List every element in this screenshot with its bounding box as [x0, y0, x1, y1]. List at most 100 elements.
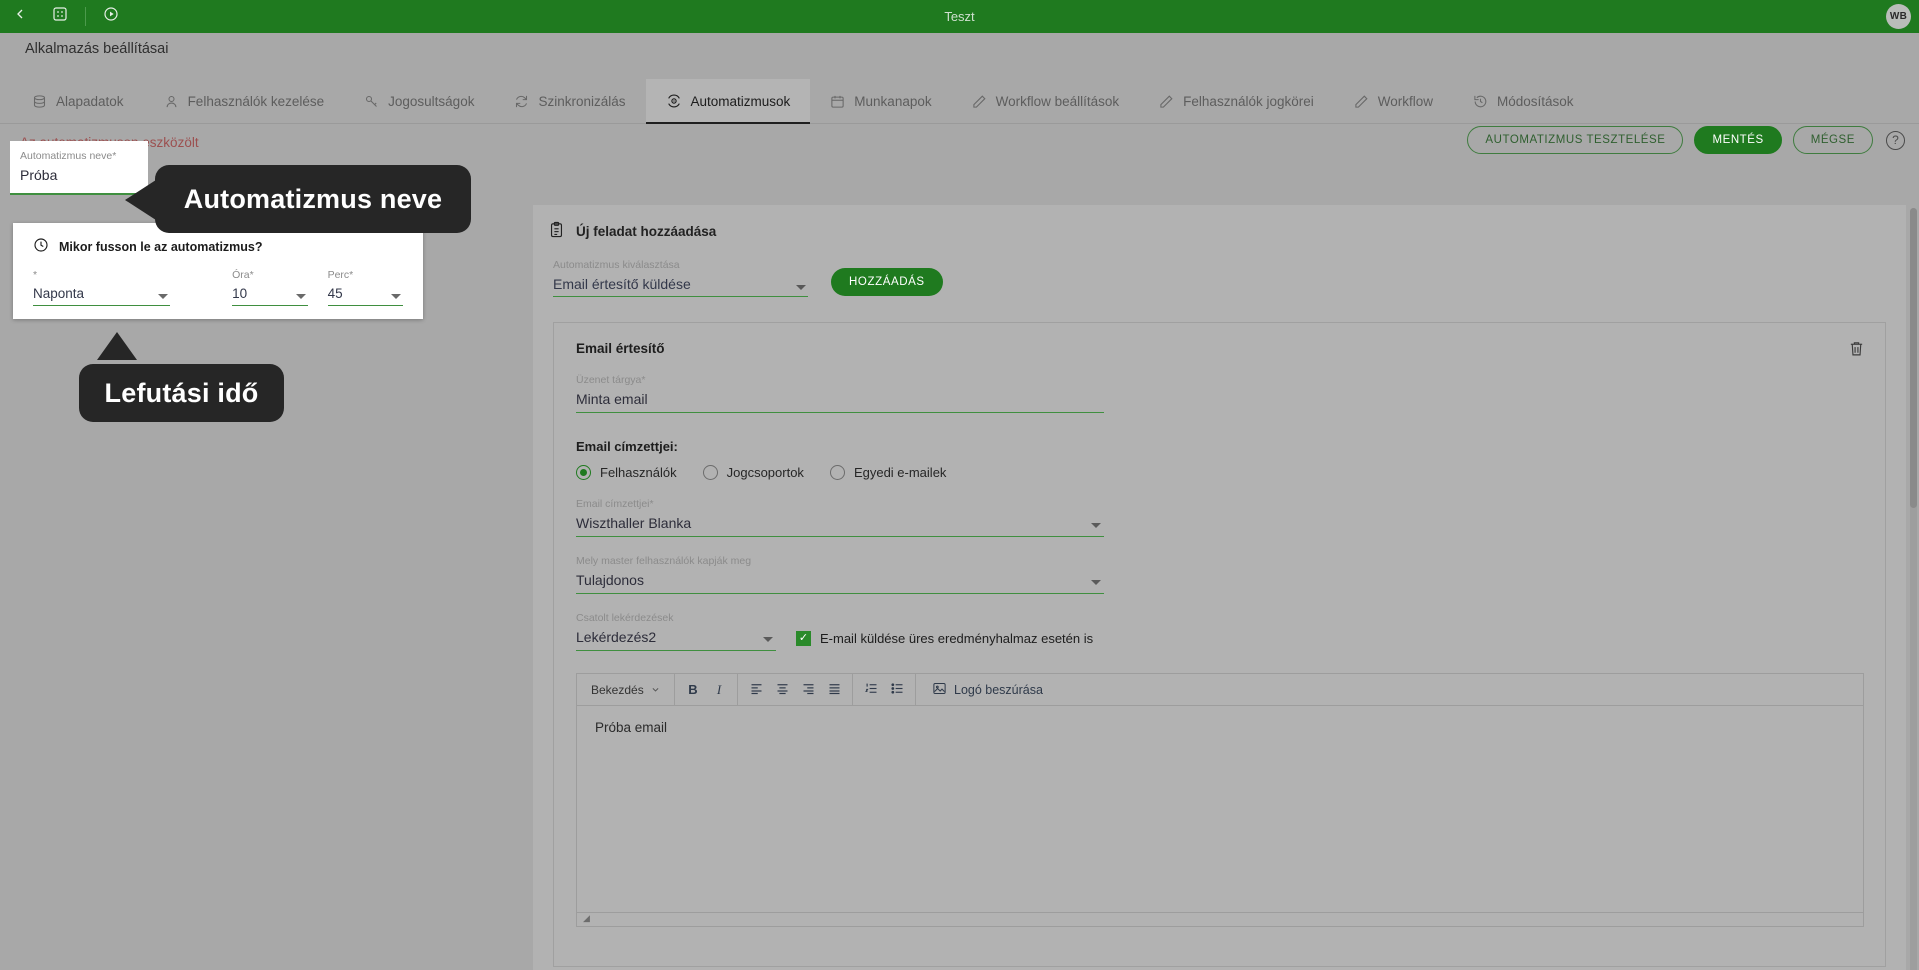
bullet-list-button[interactable]	[885, 678, 909, 702]
tab-workflow-beallitasok[interactable]: Workflow beállítások	[952, 79, 1140, 123]
required-mark: *	[641, 374, 646, 386]
ordered-list-icon	[864, 681, 879, 699]
grid-apps-icon	[52, 6, 68, 27]
paragraph-style-select[interactable]: Bekezdés	[583, 683, 668, 697]
empty-result-checkbox[interactable]: ✓ E-mail küldése üres eredményhalmaz ese…	[796, 631, 1093, 646]
recipient-type-radiogroup: Felhasználók Jogcsoportok Egyedi e-maile…	[576, 465, 1863, 480]
required-mark: *	[349, 269, 354, 281]
radio-egyedi-emailek[interactable]: Egyedi e-mailek	[829, 465, 946, 480]
editor-resize-handle[interactable]: ◢	[577, 912, 1863, 926]
align-center-button[interactable]	[770, 678, 794, 702]
window-title: Teszt	[944, 9, 975, 24]
delete-task-button[interactable]	[1848, 340, 1865, 362]
tab-szinkronizalas[interactable]: Szinkronizálás	[494, 79, 645, 123]
question-circle-icon[interactable]: ?	[1886, 130, 1905, 150]
page-body: Alkalmazás beállításai Alapadatok Felhas…	[0, 33, 1919, 970]
radio-unselected-icon	[829, 465, 845, 480]
text-format-group: B I	[675, 674, 738, 705]
email-recipients-field[interactable]: Email címzettjei* Wiszthaller Blanka	[576, 498, 1104, 537]
chevron-down-icon	[1091, 580, 1101, 585]
align-right-button[interactable]	[796, 678, 820, 702]
required-mark: *	[33, 269, 38, 281]
tooltip-run-time: Lefutási idő	[79, 364, 284, 422]
cancel-button[interactable]: MÉGSE	[1792, 126, 1873, 154]
minute-select[interactable]: Perc* 45	[327, 269, 403, 306]
new-task-heading-label: Új feladat hozzáadása	[576, 223, 717, 239]
editor-toolbar: Bekezdés B I Logó beszúrása	[577, 674, 1863, 706]
tooltip-automation-name: Automatizmus neve	[155, 165, 471, 233]
insert-logo-button[interactable]: Logó beszúrása	[922, 681, 1053, 699]
apps-button[interactable]	[40, 0, 80, 33]
window-titlebar: Teszt WB	[0, 0, 1919, 33]
align-left-icon	[749, 681, 764, 699]
alignment-group	[738, 674, 853, 705]
tab-jogosultsagok[interactable]: Jogosultságok	[344, 79, 494, 123]
save-button[interactable]: MENTÉS	[1694, 126, 1782, 154]
attached-query-value: Lekérdezés2	[576, 629, 657, 645]
tab-workflow[interactable]: Workflow	[1334, 79, 1453, 123]
page-scrollbar[interactable]	[1910, 208, 1917, 970]
back-button[interactable]	[0, 0, 40, 33]
automation-type-value: Email értesítő küldése	[553, 276, 691, 292]
hour-select[interactable]: Óra* 10	[232, 269, 308, 306]
settings-tabbar: Alapadatok Felhasználók kezelése Jogosul…	[0, 79, 1919, 124]
pencil-icon	[1354, 94, 1369, 109]
schedule-fields: * Naponta Óra* 10 Perc* 45	[33, 269, 403, 306]
automation-type-select[interactable]: Automatizmus kiválasztása Email értesítő…	[553, 259, 808, 297]
recurrence-label: *	[33, 269, 170, 282]
align-center-icon	[775, 681, 790, 699]
align-justify-button[interactable]	[822, 678, 846, 702]
minute-label: Perc*	[327, 269, 354, 281]
tab-felhasznalok-jogkorei[interactable]: Felhasználók jogkörei	[1139, 79, 1334, 123]
automation-select-row: Automatizmus kiválasztása Email értesítő…	[533, 241, 1906, 297]
ordered-list-button[interactable]	[859, 678, 883, 702]
italic-button[interactable]: I	[707, 678, 731, 702]
align-left-button[interactable]	[744, 678, 768, 702]
image-icon	[932, 681, 947, 699]
bold-button[interactable]: B	[681, 678, 705, 702]
run-button[interactable]	[91, 0, 131, 33]
email-body-input[interactable]: Próba email ◢	[577, 706, 1863, 926]
paragraph-style-group: Bekezdés	[577, 674, 675, 705]
insert-logo-label: Logó beszúrása	[954, 682, 1043, 697]
recipients-section-label: Email címzettjei:	[576, 439, 678, 454]
tab-munkanapok[interactable]: Munkanapok	[810, 79, 951, 123]
master-users-label: Mely master felhasználók kapják meg	[576, 555, 752, 567]
align-right-icon	[801, 681, 816, 699]
tab-label: Workflow beállítások	[995, 93, 1120, 109]
tab-modositasok[interactable]: Módosítások	[1453, 79, 1594, 123]
scrollbar-thumb[interactable]	[1910, 208, 1917, 508]
radio-felhasznalok[interactable]: Felhasználók	[576, 465, 677, 480]
email-body-text: Próba email	[595, 720, 668, 735]
radio-label: Felhasználók	[600, 465, 677, 480]
radio-jogcsoportok[interactable]: Jogcsoportok	[702, 465, 804, 480]
key-icon	[364, 94, 379, 109]
master-users-field[interactable]: Mely master felhasználók kapják meg Tula…	[576, 555, 1104, 594]
align-justify-icon	[827, 681, 842, 699]
tab-label: Szinkronizálás	[538, 93, 626, 109]
automation-name-label: Automatizmus neve*	[20, 150, 117, 162]
radio-unselected-icon	[702, 465, 718, 480]
tab-felhasznalok-kezelese[interactable]: Felhasználók kezelése	[144, 79, 345, 123]
user-icon	[164, 94, 179, 109]
add-task-button[interactable]: HOZZÁADÁS	[831, 268, 943, 296]
email-task-card: Email értesítő Üzenet tárgya* Minta emai…	[553, 322, 1886, 967]
chevron-down-icon	[158, 294, 169, 299]
test-automation-button[interactable]: AUTOMATIZMUS TESZTELÉSE	[1467, 126, 1684, 154]
tab-label: Jogosultságok	[388, 93, 475, 109]
radio-label: Jogcsoportok	[726, 465, 804, 480]
attached-query-field[interactable]: Csatolt lekérdezések Lekérdezés2	[576, 612, 776, 651]
avatar[interactable]: WB	[1886, 4, 1911, 29]
recurrence-select[interactable]: * Naponta	[33, 269, 171, 306]
tab-alapadatok[interactable]: Alapadatok	[12, 79, 144, 123]
email-subject-field[interactable]: Üzenet tárgya* Minta email	[576, 374, 1104, 413]
pencil-icon	[972, 94, 987, 109]
calendar-icon	[830, 94, 845, 109]
list-group	[853, 674, 916, 705]
schedule-card: Mikor fusson le az automatizmus? * Napon…	[13, 223, 423, 319]
radio-selected-icon	[576, 465, 591, 480]
tab-automatizmusok[interactable]: Automatizmusok	[645, 79, 811, 124]
schedule-heading-label: Mikor fusson le az automatizmus?	[59, 239, 263, 254]
tab-label: Módosítások	[1497, 93, 1574, 109]
email-subject-value: Minta email	[576, 391, 648, 407]
